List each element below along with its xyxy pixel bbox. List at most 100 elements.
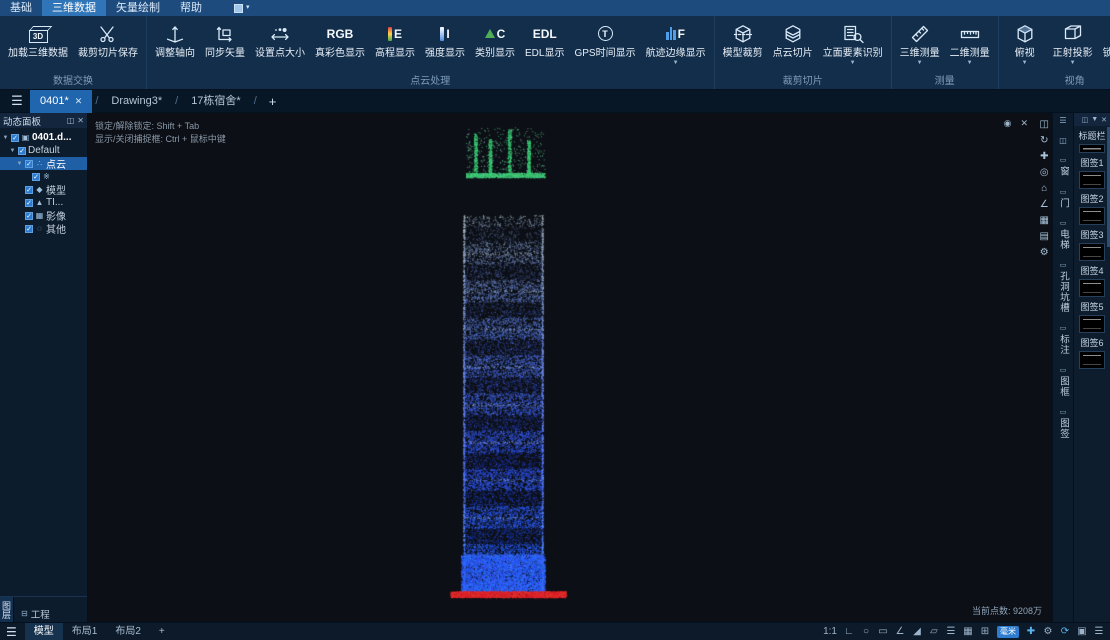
- ribbon-button-3-1[interactable]: 二维测量▼: [945, 18, 995, 74]
- layout-tab-0[interactable]: 模型: [25, 623, 63, 640]
- ribbon-button-1-2[interactable]: 设置点大小: [250, 18, 310, 74]
- list-icon[interactable]: ☰: [946, 626, 956, 638]
- checkbox[interactable]: ✓: [18, 147, 26, 155]
- checkbox[interactable]: ✓: [25, 212, 33, 220]
- parallel-icon[interactable]: ▱: [929, 626, 939, 638]
- dock-icon[interactable]: ◫: [67, 116, 75, 125]
- layout-tab-3[interactable]: +: [150, 623, 174, 640]
- tree-node-5[interactable]: ✓▲TI...: [0, 196, 87, 209]
- close-icon[interactable]: ✕: [1101, 116, 1107, 124]
- ribbon-button-2-2[interactable]: 立面要素识别▼: [818, 18, 888, 74]
- layers-toggle-icon[interactable]: ▤: [1040, 232, 1049, 242]
- gear-icon[interactable]: ⚙: [1043, 626, 1053, 638]
- close-icon[interactable]: ✕: [75, 90, 83, 113]
- checkbox[interactable]: ✓: [32, 173, 40, 181]
- layout-tab-1[interactable]: 布局1: [63, 623, 107, 640]
- chevron-down-icon[interactable]: ▼: [1091, 116, 1098, 123]
- ribbon-button-0-0[interactable]: 3D加载三维数据: [3, 18, 73, 74]
- template-item-4[interactable]: 图签4: [1079, 264, 1105, 297]
- view-settings-icon[interactable]: ⚙: [1040, 248, 1049, 258]
- ribbon-button-1-1[interactable]: 同步矢量: [200, 18, 250, 74]
- ribbon-button-4-1[interactable]: 正射投影▼: [1048, 18, 1098, 74]
- tree-node-4[interactable]: ✓◆模型: [0, 183, 87, 196]
- rotate-view-icon[interactable]: ↻: [1040, 136, 1048, 146]
- close-icon[interactable]: ✕: [1020, 118, 1028, 129]
- tree-node-6[interactable]: ✓▦影像: [0, 209, 87, 222]
- ribbon-button-1-7[interactable]: EDLEDL显示: [520, 18, 569, 74]
- dock-icon[interactable]: ◫: [1082, 116, 1089, 124]
- checkbox[interactable]: ✓: [25, 199, 33, 207]
- tree-node-7[interactable]: ✓◌其他: [0, 222, 87, 235]
- ribbon-button-1-5[interactable]: I强度显示: [420, 18, 470, 74]
- template-item-0[interactable]: 标题栏: [1078, 129, 1105, 153]
- window-style-dropdown[interactable]: ▾: [228, 0, 256, 16]
- point-cloud-canvas[interactable]: [88, 113, 1052, 622]
- ribbon-button-2-0[interactable]: 模型裁剪: [718, 18, 768, 74]
- document-tab-2[interactable]: 17栋宿舍*: [181, 90, 251, 113]
- template-item-5[interactable]: 图签5: [1079, 300, 1105, 333]
- units-badge[interactable]: 毫米: [997, 626, 1019, 638]
- polar-track-icon[interactable]: ○: [861, 626, 871, 638]
- tree-node-0[interactable]: ▼✓▣0401.d...: [0, 131, 87, 144]
- angle-measure-icon[interactable]: ∠: [1040, 200, 1049, 210]
- tab-project[interactable]: ⊟ 工程: [14, 605, 57, 622]
- ortho-mode-icon[interactable]: ∟: [844, 626, 854, 638]
- checkbox[interactable]: ✓: [11, 134, 19, 142]
- ribbon-button-4-2[interactable]: 锁定视角: [1098, 18, 1110, 74]
- app-menu-icon[interactable]: ☰: [1094, 626, 1104, 638]
- panel-toggle-icon[interactable]: ▣: [1077, 626, 1087, 638]
- ribbon-button-1-0[interactable]: 调整轴向: [150, 18, 200, 74]
- angle-snap-icon[interactable]: ∠: [895, 626, 905, 638]
- slope-icon[interactable]: ◢: [912, 626, 922, 638]
- caret-icon[interactable]: ▼: [2, 135, 9, 141]
- layout-tab-2[interactable]: 布局2: [106, 623, 150, 640]
- category-tab-0[interactable]: ▭窗: [1056, 156, 1070, 177]
- home-view-icon[interactable]: ⌂: [1041, 184, 1047, 194]
- refresh-icon[interactable]: ⟳: [1060, 626, 1070, 638]
- menubar-item-1[interactable]: 三维数据: [42, 0, 106, 16]
- snap-grid-icon[interactable]: ⊞: [980, 626, 990, 638]
- caret-icon[interactable]: ▼: [9, 148, 16, 154]
- grid-icon[interactable]: ▦: [963, 626, 973, 638]
- dock-icon[interactable]: ◫: [1040, 120, 1049, 130]
- menubar-item-3[interactable]: 帮助: [170, 0, 212, 16]
- template-item-1[interactable]: 图签1: [1079, 156, 1105, 189]
- tab-layers[interactable]: 图层: [0, 597, 14, 622]
- tree-node-3[interactable]: ✓※: [0, 170, 87, 183]
- menubar-item-0[interactable]: 基础: [0, 0, 42, 16]
- pin-icon[interactable]: ◉: [1004, 118, 1012, 129]
- crosshair-icon[interactable]: ✚: [1026, 626, 1036, 638]
- checkbox[interactable]: ✓: [25, 160, 33, 168]
- tree-node-1[interactable]: ▼✓Default: [0, 144, 87, 157]
- checkbox[interactable]: ✓: [25, 186, 33, 194]
- scale-ratio[interactable]: 1:1: [823, 626, 837, 638]
- ribbon-button-2-1[interactable]: 点云切片: [768, 18, 818, 74]
- template-item-3[interactable]: 图签3: [1079, 228, 1105, 261]
- hamburger-menu-icon[interactable]: ☰: [1059, 116, 1066, 125]
- ribbon-button-4-0[interactable]: 俯视▼: [1002, 18, 1048, 74]
- pan-view-icon[interactable]: ✚: [1040, 152, 1048, 162]
- caret-icon[interactable]: ▼: [16, 161, 23, 167]
- rect-snap-icon[interactable]: ▭: [878, 626, 888, 638]
- dock-icon[interactable]: ◫: [1059, 136, 1067, 145]
- viewport-3d[interactable]: 锁定/解除锁定: Shift + Tab 显示/关闭捕捉框: Ctrl + 鼠标…: [88, 113, 1052, 622]
- document-tab-0[interactable]: 0401*✕: [30, 90, 92, 113]
- ribbon-button-1-8[interactable]: TGPS时间显示: [569, 18, 640, 74]
- checkbox[interactable]: ✓: [25, 225, 33, 233]
- menubar-item-2[interactable]: 矢量绘制: [106, 0, 170, 16]
- hamburger-menu-icon[interactable]: ☰: [4, 93, 30, 109]
- template-item-6[interactable]: 图签6: [1079, 336, 1105, 369]
- grid-toggle-icon[interactable]: ▦: [1040, 216, 1049, 226]
- tree-node-2[interactable]: ▼✓∴点云: [0, 157, 87, 170]
- hamburger-menu-icon[interactable]: ☰: [6, 625, 17, 639]
- ribbon-button-1-6[interactable]: C类别显示: [470, 18, 520, 74]
- new-tab-button[interactable]: +: [260, 94, 286, 109]
- ribbon-button-1-3[interactable]: RGB真彩色显示: [310, 18, 370, 74]
- zoom-extent-icon[interactable]: ◎: [1040, 168, 1049, 178]
- close-icon[interactable]: ✕: [77, 116, 84, 125]
- template-item-2[interactable]: 图签2: [1079, 192, 1105, 225]
- ribbon-button-3-0[interactable]: 三维测量▼: [895, 18, 945, 74]
- ribbon-button-1-9[interactable]: F航迹边缘显示▼: [641, 18, 711, 74]
- category-tab-1[interactable]: ▭门: [1056, 188, 1070, 209]
- document-tab-1[interactable]: Drawing3*: [101, 90, 172, 113]
